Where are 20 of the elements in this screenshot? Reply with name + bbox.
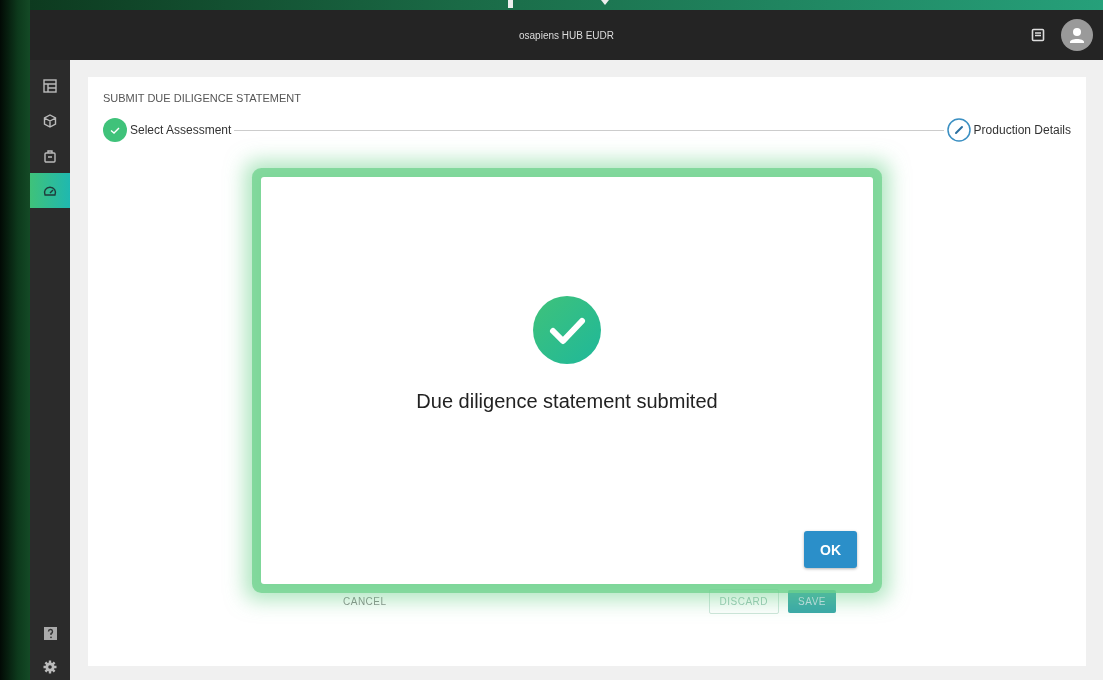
avatar-icon[interactable] (1061, 19, 1093, 51)
check-circle-icon (533, 296, 601, 364)
bag-icon (42, 147, 58, 164)
page-title: SUBMIT DUE DILIGENCE STATEMENT (103, 92, 303, 104)
sidebar-item[interactable] (30, 173, 70, 208)
settings-icon[interactable] (43, 660, 57, 674)
cancel-button[interactable]: CANCEL (333, 590, 397, 613)
cube-icon (42, 112, 58, 129)
save-button[interactable]: SAVE (788, 590, 836, 613)
dialog-message: Due diligence statement submited (416, 390, 718, 413)
step-label: Select Assessment (130, 123, 232, 137)
app-title: osapiens HUB EUDR (519, 29, 614, 41)
ok-button[interactable]: OK (804, 531, 857, 568)
help-icon[interactable] (43, 627, 57, 640)
step-edit-icon (946, 118, 971, 142)
layout-icon (42, 77, 58, 94)
step-done-icon (103, 118, 127, 142)
inbox-icon[interactable] (1031, 28, 1045, 42)
step-label: Production Details (973, 123, 1071, 137)
handle-mark (508, 0, 513, 8)
